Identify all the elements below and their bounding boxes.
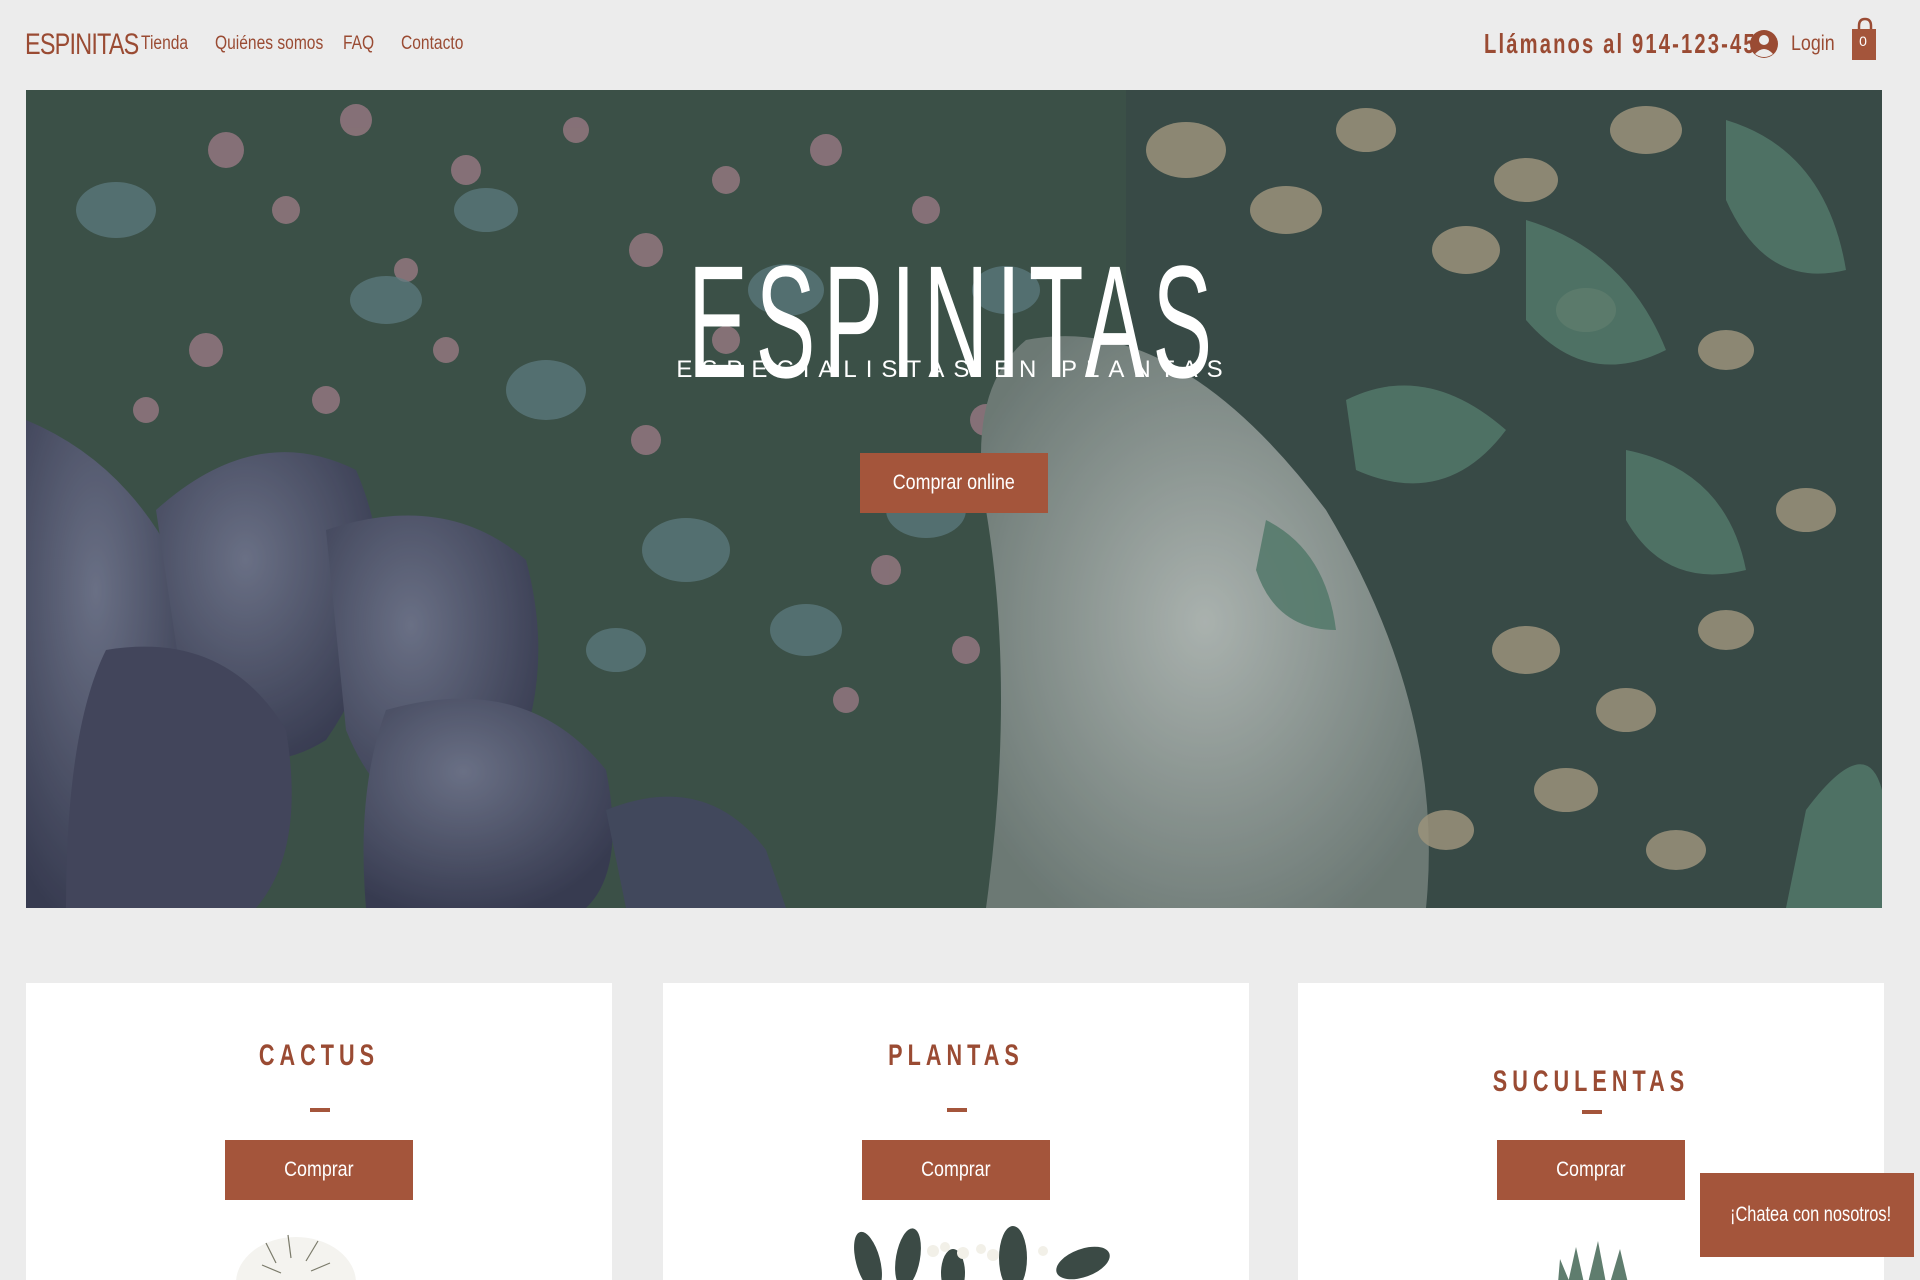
cactus-product-image: [236, 1234, 356, 1280]
card-title: CACTUS: [258, 1039, 380, 1072]
hero-title: ESPINITAS: [688, 232, 1220, 411]
login-label: Login: [1791, 32, 1835, 55]
site-header: ESPINITAS Tienda Quiénes somos FAQ Conta…: [0, 0, 1920, 88]
nav-item-contacto[interactable]: Contacto: [401, 33, 467, 55]
card-divider: [947, 1108, 967, 1112]
card-button-label: Comprar: [921, 1158, 991, 1181]
user-avatar-icon: [1750, 30, 1778, 58]
plant-product-image: [854, 1226, 1110, 1280]
card-button-label: Comprar: [284, 1158, 354, 1181]
buy-suculentas-button[interactable]: Comprar: [1497, 1140, 1685, 1200]
chat-button[interactable]: ¡Chatea con nosotros!: [1700, 1173, 1914, 1257]
nav-item-quienes-somos[interactable]: Quiénes somos: [215, 33, 323, 55]
card-divider: [310, 1108, 330, 1112]
hero-banner: ESPINITAS ESPECIALISTAS EN PLANTAS Compr…: [26, 90, 1882, 908]
buy-cactus-button[interactable]: Comprar: [225, 1140, 413, 1200]
chat-label: ¡Chatea con nosotros!: [1730, 1203, 1892, 1226]
category-card-cactus: CACTUS Comprar: [26, 983, 612, 1280]
cart-button[interactable]: 0: [1850, 16, 1880, 64]
buy-plantas-button[interactable]: Comprar: [862, 1140, 1050, 1200]
card-title: SUCULENTAS: [1492, 1065, 1690, 1098]
nav-item-faq[interactable]: FAQ: [343, 33, 392, 55]
buy-online-label: Comprar online: [892, 471, 1016, 494]
site-logo[interactable]: ESPINITAS: [25, 28, 139, 62]
hero-subtitle: ESPECIALISTAS EN PLANTAS: [676, 356, 1232, 383]
card-title: PLANTAS: [888, 1039, 1024, 1072]
cart-count: 0: [1859, 33, 1867, 49]
buy-online-button[interactable]: Comprar online: [860, 453, 1048, 513]
main-nav: Tienda Quiénes somos FAQ Contacto: [141, 33, 479, 55]
card-button-label: Comprar: [1556, 1158, 1626, 1181]
card-divider: [1582, 1110, 1602, 1114]
nav-item-tienda[interactable]: Tienda: [141, 33, 203, 55]
category-card-plantas: PLANTAS Comprar: [663, 983, 1249, 1280]
phone-number: Llámanos al 914-123-456: [1484, 28, 1771, 59]
login-button[interactable]: Login: [1749, 24, 1842, 64]
